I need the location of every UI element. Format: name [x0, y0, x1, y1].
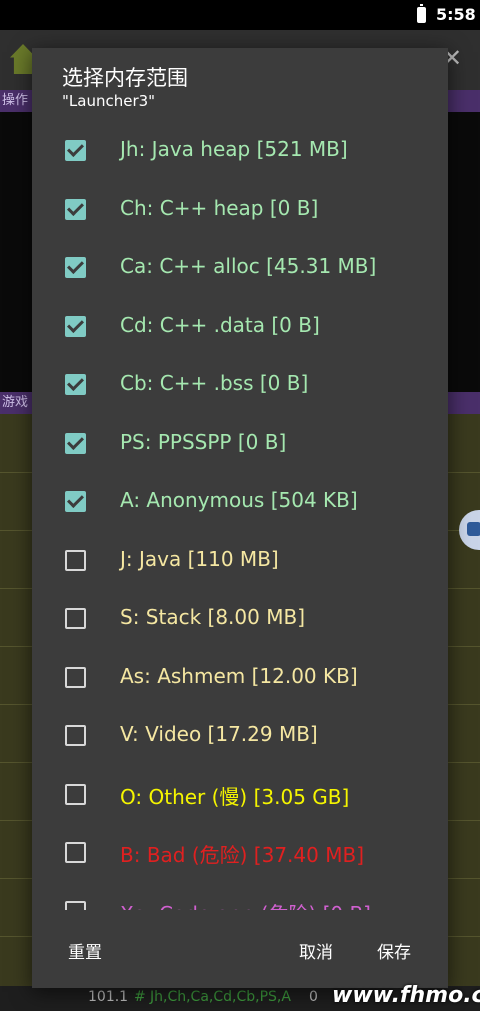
status-time: 5:58 [436, 5, 476, 24]
memory-range-label: O: Other (慢) [3.05 GB] [120, 784, 350, 809]
checkbox-checked[interactable] [65, 257, 86, 278]
memory-range-label: Jh: Java heap [521 MB] [120, 137, 348, 161]
memory-range-label: B: Bad (危险) [37.40 MB] [120, 843, 365, 867]
memory-range-label: S: Stack [8.00 MB] [120, 605, 305, 629]
status-bar: 5:58 [0, 0, 480, 30]
memory-range-label: V: Video [17.29 MB] [120, 722, 318, 746]
memory-range-item[interactable]: Xa: Code app (危险) [0 B] [32, 883, 448, 911]
checkbox-checked[interactable] [65, 140, 86, 161]
memory-range-item[interactable]: Cb: C++ .bss [0 B] [32, 356, 448, 414]
memory-range-label: A: Anonymous [504 KB] [120, 488, 358, 512]
checkbox-checked[interactable] [65, 491, 86, 512]
watermark: www.fhmo.cn [332, 983, 480, 1008]
memory-range-item[interactable]: A: Anonymous [504 KB] [32, 473, 448, 531]
footer-regions: Jh,Ch,Ca,Cd,Cb,PS,A [150, 989, 291, 1005]
checkbox-unchecked[interactable] [65, 900, 86, 910]
cancel-button[interactable]: 取消 [299, 938, 333, 963]
checkbox-unchecked[interactable] [65, 549, 86, 571]
memory-range-label: Xa: Code app (危险) [0 B] [120, 898, 371, 911]
footer-value: 101.1 [88, 989, 129, 1005]
memory-range-item[interactable]: J: Java [110 MB] [32, 532, 448, 590]
checkbox-unchecked[interactable] [65, 608, 86, 629]
memory-range-item[interactable]: O: Other (慢) [3.05 GB] [32, 766, 448, 824]
battery-icon [417, 4, 426, 23]
memory-range-item[interactable]: S: Stack [8.00 MB] [32, 590, 448, 648]
memory-range-item[interactable]: Ch: C++ heap [0 B] [32, 181, 448, 239]
memory-range-item[interactable]: PS: PPSSPP [0 B] [32, 415, 448, 473]
checkbox-checked[interactable] [65, 315, 86, 337]
memory-range-list[interactable]: Jh: Java heap [521 MB] Ch: C++ heap [0 B]… [32, 122, 448, 910]
dialog-title: 选择内存范围 [62, 66, 188, 90]
footer-hash: # [134, 989, 146, 1005]
memory-range-item[interactable]: Ca: C++ alloc [45.31 MB] [32, 239, 448, 297]
memory-range-label: As: Ashmem [12.00 KB] [120, 663, 358, 688]
dialog-subtitle: "Launcher3" [62, 92, 156, 110]
memory-range-label: Ch: C++ heap [0 B] [120, 195, 319, 220]
save-button[interactable]: 保存 [377, 938, 411, 963]
footer-zero: 0 [309, 989, 318, 1005]
checkbox-unchecked[interactable] [65, 783, 86, 805]
memory-range-item[interactable]: Jh: Java heap [521 MB] [32, 122, 448, 180]
memory-range-label: Cd: C++ .data [0 B] [120, 312, 320, 337]
checkbox-unchecked[interactable] [65, 666, 86, 688]
memory-range-label: Cb: C++ .bss [0 B] [120, 371, 309, 395]
memory-range-dialog: 选择内存范围 "Launcher3" Jh: Java heap [521 MB… [32, 48, 448, 988]
checkbox-unchecked[interactable] [65, 725, 86, 746]
memory-range-item[interactable]: As: Ashmem [12.00 KB] [32, 649, 448, 707]
checkbox-checked[interactable] [65, 198, 86, 220]
checkbox-checked[interactable] [65, 374, 86, 395]
memory-range-item[interactable]: V: Video [17.29 MB] [32, 707, 448, 765]
checkbox-unchecked[interactable] [65, 842, 86, 863]
memory-range-item[interactable]: Cd: C++ .data [0 B] [32, 298, 448, 356]
checkbox-checked[interactable] [65, 432, 86, 454]
dialog-actions: 重置 取消 保存 [32, 910, 448, 988]
memory-range-label: J: Java [110 MB] [120, 546, 279, 571]
reset-button[interactable]: 重置 [68, 938, 102, 963]
memory-range-label: Ca: C++ alloc [45.31 MB] [120, 254, 377, 278]
memory-range-item[interactable]: B: Bad (危险) [37.40 MB] [32, 824, 448, 882]
memory-range-label: PS: PPSSPP [0 B] [120, 429, 287, 454]
